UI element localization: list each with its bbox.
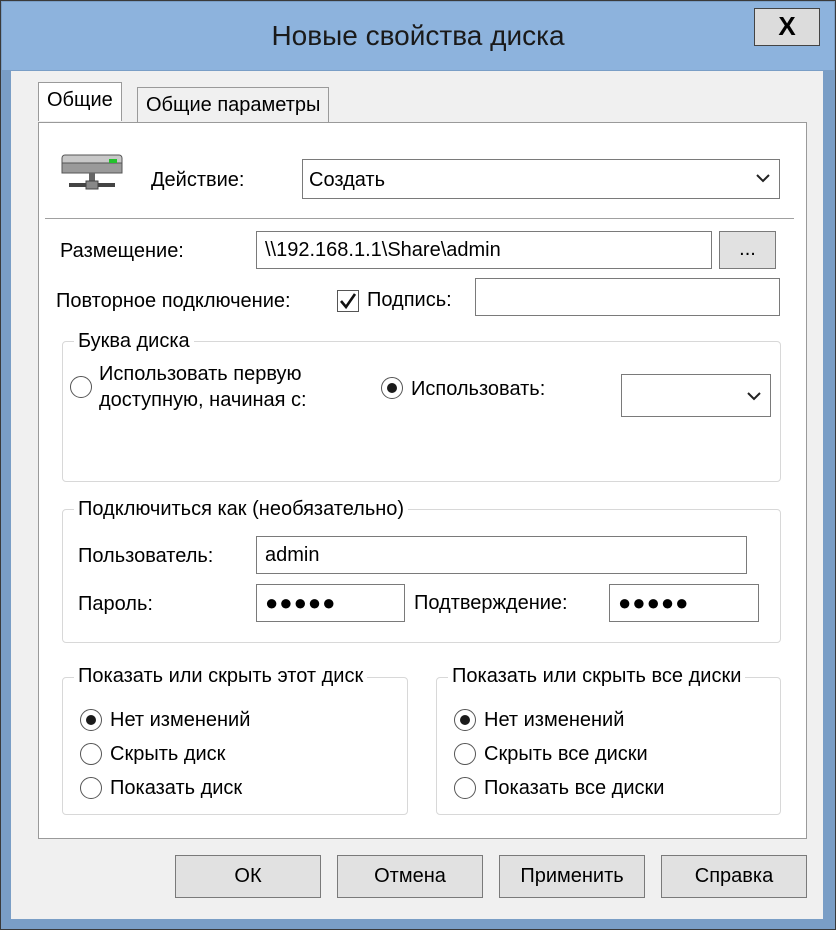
password-label: Пароль: — [78, 593, 153, 615]
location-input[interactable]: \\192.168.1.1\Share\admin — [256, 231, 712, 269]
user-label: Пользователь: — [78, 545, 214, 567]
show-all-label: Показать все диски — [484, 777, 665, 799]
cancel-button[interactable]: Отмена — [337, 855, 483, 898]
separator — [45, 218, 794, 219]
show-hide-all-group-title: Показать или скрыть все диски — [448, 665, 746, 688]
chevron-down-icon — [747, 392, 761, 401]
reconnect-label: Повторное подключение: — [56, 290, 291, 312]
radio-hide-this[interactable] — [80, 743, 102, 765]
window-title: Новые свойства диска — [271, 20, 565, 51]
connect-as-group-title: Подключиться как (необязательно) — [74, 498, 409, 521]
show-this-label: Показать диск — [110, 777, 243, 799]
location-label: Размещение: — [60, 240, 184, 262]
confirm-password-input[interactable]: ●●●●● — [609, 584, 759, 622]
action-value: Создать — [309, 169, 386, 191]
radio-all-no-change[interactable] — [454, 709, 476, 731]
network-drive-icon — [61, 154, 123, 190]
radio-this-no-change[interactable] — [80, 709, 102, 731]
dialog-client-area: Общие Общие параметры Действие: Создать … — [11, 71, 823, 919]
title-bar[interactable]: Новые свойства диска X — [2, 2, 834, 70]
password-input[interactable]: ●●●●● — [256, 584, 405, 622]
first-available-label-line1: Использовать первую — [99, 363, 302, 385]
confirm-label: Подтверждение: — [414, 592, 568, 614]
hide-this-label: Скрыть диск — [110, 743, 226, 765]
radio-first-available[interactable] — [70, 376, 92, 398]
checkmark-icon — [340, 293, 357, 310]
tab-common-parameters[interactable]: Общие параметры — [137, 87, 330, 122]
help-button[interactable]: Справка — [661, 855, 807, 898]
browse-button[interactable]: ... — [719, 231, 776, 269]
use-letter-label: Использовать: — [411, 378, 546, 400]
this-no-change-label: Нет изменений — [110, 709, 251, 731]
caption-label: Подпись: — [367, 289, 452, 311]
hide-all-label: Скрыть все диски — [484, 743, 648, 765]
radio-show-all[interactable] — [454, 777, 476, 799]
radio-use-letter[interactable] — [381, 377, 403, 399]
action-label: Действие: — [151, 169, 245, 191]
radio-show-this[interactable] — [80, 777, 102, 799]
ok-button[interactable]: ОК — [175, 855, 321, 898]
tab-general[interactable]: Общие — [38, 82, 122, 121]
chevron-down-icon — [756, 174, 770, 183]
connect-as-group — [62, 509, 781, 643]
radio-hide-all[interactable] — [454, 743, 476, 765]
dialog-window: Новые свойства диска X Общие Общие парам… — [0, 0, 836, 930]
show-hide-this-group-title: Показать или скрыть этот диск — [74, 665, 368, 688]
drive-letter-group-title: Буква диска — [74, 330, 194, 353]
tab-panel-general: Действие: Создать Размещение: \\192.168.… — [38, 122, 807, 839]
drive-letter-dropdown[interactable] — [621, 374, 771, 417]
caption-input[interactable] — [475, 278, 780, 316]
close-button[interactable]: X — [754, 8, 820, 46]
reconnect-checkbox[interactable] — [337, 290, 359, 312]
all-no-change-label: Нет изменений — [484, 709, 625, 731]
user-input[interactable]: admin — [256, 536, 747, 574]
apply-button[interactable]: Применить — [499, 855, 645, 898]
action-dropdown[interactable]: Создать — [302, 159, 780, 199]
first-available-label-line2: доступную, начиная с: — [99, 389, 307, 411]
